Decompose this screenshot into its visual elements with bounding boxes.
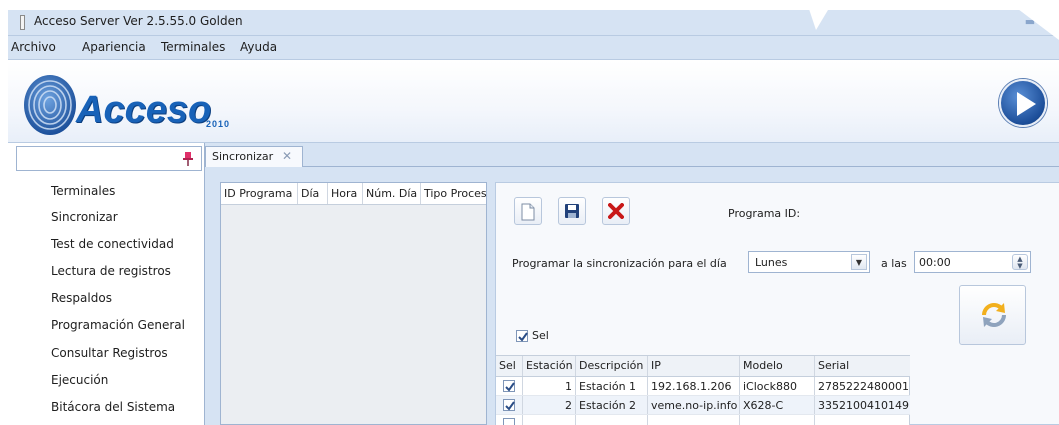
main-window: Acceso Server Ver 2.5.55.0 Golden ▬ ▢ Ar… (0, 0, 1059, 425)
serial-cell[interactable] (815, 415, 910, 425)
save-icon (565, 204, 579, 218)
station-cell[interactable]: 2 (523, 396, 576, 414)
row-select-cell[interactable] (496, 377, 523, 395)
sync-form: Programa ID: Programar la sincronización… (495, 182, 1059, 425)
column-header[interactable]: Núm. Día (363, 183, 421, 204)
station-cell[interactable] (523, 415, 576, 425)
sidebar-item-test-conectividad[interactable]: Test de conectividad (51, 237, 174, 251)
model-cell[interactable]: X628-C (740, 396, 815, 414)
delete-button[interactable] (602, 197, 630, 225)
description-cell[interactable]: Estación 1 (576, 377, 648, 395)
row-select-cell[interactable] (496, 396, 523, 414)
checkbox-icon (505, 401, 515, 411)
sync-button[interactable] (959, 285, 1026, 345)
new-document-icon (521, 203, 535, 221)
day-select[interactable]: Lunes ▼ (748, 251, 870, 273)
sidebar-item-terminales[interactable]: Terminales (51, 184, 115, 198)
sidebar-item-respaldos[interactable]: Respaldos (51, 291, 112, 305)
chevron-down-icon[interactable]: ▼ (851, 254, 867, 270)
time-spinner-icon[interactable]: ▲ ▼ (1012, 254, 1028, 270)
station-grid[interactable]: Sel Estación Descripción IP Modelo Seria… (496, 355, 910, 425)
table-row[interactable]: 1 Estación 1 192.168.1.206 iClock880 278… (496, 377, 910, 396)
column-header[interactable]: Sel (496, 356, 523, 376)
close-icon[interactable]: ✕ (282, 149, 292, 163)
row-select-cell[interactable] (496, 415, 523, 425)
ip-cell[interactable]: 192.168.1.206 (648, 377, 740, 395)
logo-word: Acceso (76, 89, 212, 131)
column-header[interactable]: ID Programa (221, 183, 298, 204)
checkbox-icon (505, 382, 515, 392)
header-banner: Acceso 2010 (8, 61, 1059, 143)
sidebar-item-lectura-registros[interactable]: Lectura de registros (51, 264, 171, 278)
program-grid[interactable]: ID Programa Día Hora Núm. Día Tipo Proce… (220, 182, 487, 425)
description-cell[interactable] (576, 415, 648, 425)
column-header[interactable]: Tipo Proces (421, 183, 486, 204)
save-button[interactable] (558, 197, 586, 225)
column-header[interactable]: Modelo (740, 356, 815, 376)
schedule-label: Programar la sincronización para el día (512, 257, 727, 270)
column-header[interactable]: Día (298, 183, 328, 204)
program-grid-header: ID Programa Día Hora Núm. Día Tipo Proce… (221, 183, 486, 205)
tab-label: Sincronizar (212, 150, 274, 163)
sidebar-header (16, 146, 202, 171)
menu-archivo[interactable]: Archivo (11, 40, 56, 54)
program-id-label: Programa ID: (728, 207, 801, 220)
new-button[interactable] (514, 197, 542, 225)
pin-icon[interactable] (183, 151, 193, 167)
serial-cell[interactable]: 2785222480001 (815, 377, 910, 395)
tab-sincronizar[interactable]: Sincronizar ✕ (205, 146, 303, 168)
play-icon (1017, 92, 1036, 116)
play-button[interactable] (999, 79, 1047, 127)
column-header[interactable]: Hora (328, 183, 363, 204)
day-select-value: Lunes (755, 256, 788, 269)
tab-strip: Sincronizar ✕ (205, 143, 1059, 168)
model-cell[interactable]: iClock880 (740, 377, 815, 395)
app-logo: Acceso 2010 (18, 67, 248, 139)
ip-cell[interactable]: veme.no-ip.info (648, 396, 740, 414)
row-checkbox[interactable] (503, 399, 515, 411)
station-cell[interactable]: 1 (523, 377, 576, 395)
menu-apariencia[interactable]: Apariencia (82, 40, 146, 54)
model-cell[interactable] (740, 415, 815, 425)
description-cell[interactable]: Estación 2 (576, 396, 648, 414)
window-title: Acceso Server Ver 2.5.55.0 Golden (34, 14, 243, 28)
decorative-corner-shape (806, 0, 1059, 40)
column-header[interactable]: Serial (815, 356, 910, 376)
fingerprint-icon (24, 75, 76, 135)
sync-icon (982, 303, 1006, 327)
logo-year: 2010 (206, 119, 231, 129)
column-header[interactable]: IP (648, 356, 740, 376)
sidebar-item-bitacora[interactable]: Bitácora del Sistema (51, 400, 175, 414)
at-label: a las (881, 257, 907, 270)
table-row[interactable] (496, 415, 910, 425)
sidebar-item-programacion-general[interactable]: Programación General (51, 318, 185, 332)
time-input[interactable]: 00:00 ▲ ▼ (914, 251, 1031, 273)
sidebar-item-sincronizar[interactable]: Sincronizar (51, 210, 118, 224)
sidebar: Terminales Sincronizar Test de conectivi… (8, 143, 205, 425)
checkbox-icon (518, 332, 528, 342)
row-checkbox[interactable] (503, 418, 515, 425)
app-icon (20, 15, 25, 30)
column-header[interactable]: Estación (523, 356, 576, 376)
sidebar-item-ejecucion[interactable]: Ejecución (51, 373, 108, 387)
row-checkbox[interactable] (503, 380, 515, 392)
select-all-label: Sel (532, 329, 549, 342)
time-input-value: 00:00 (919, 256, 951, 269)
ip-cell[interactable] (648, 415, 740, 425)
delete-icon (608, 203, 624, 219)
sidebar-item-consultar-registros[interactable]: Consultar Registros (51, 346, 168, 360)
table-row[interactable]: 2 Estación 2 veme.no-ip.info X628-C 3352… (496, 396, 910, 415)
menu-terminales[interactable]: Terminales (161, 40, 225, 54)
sync-content: ID Programa Día Hora Núm. Día Tipo Proce… (205, 167, 1059, 425)
serial-cell[interactable]: 3352100410149 (815, 396, 910, 414)
select-all-checkbox[interactable] (516, 330, 528, 342)
column-header[interactable]: Descripción (576, 356, 648, 376)
menu-ayuda[interactable]: Ayuda (240, 40, 277, 54)
station-grid-header: Sel Estación Descripción IP Modelo Seria… (496, 356, 910, 377)
